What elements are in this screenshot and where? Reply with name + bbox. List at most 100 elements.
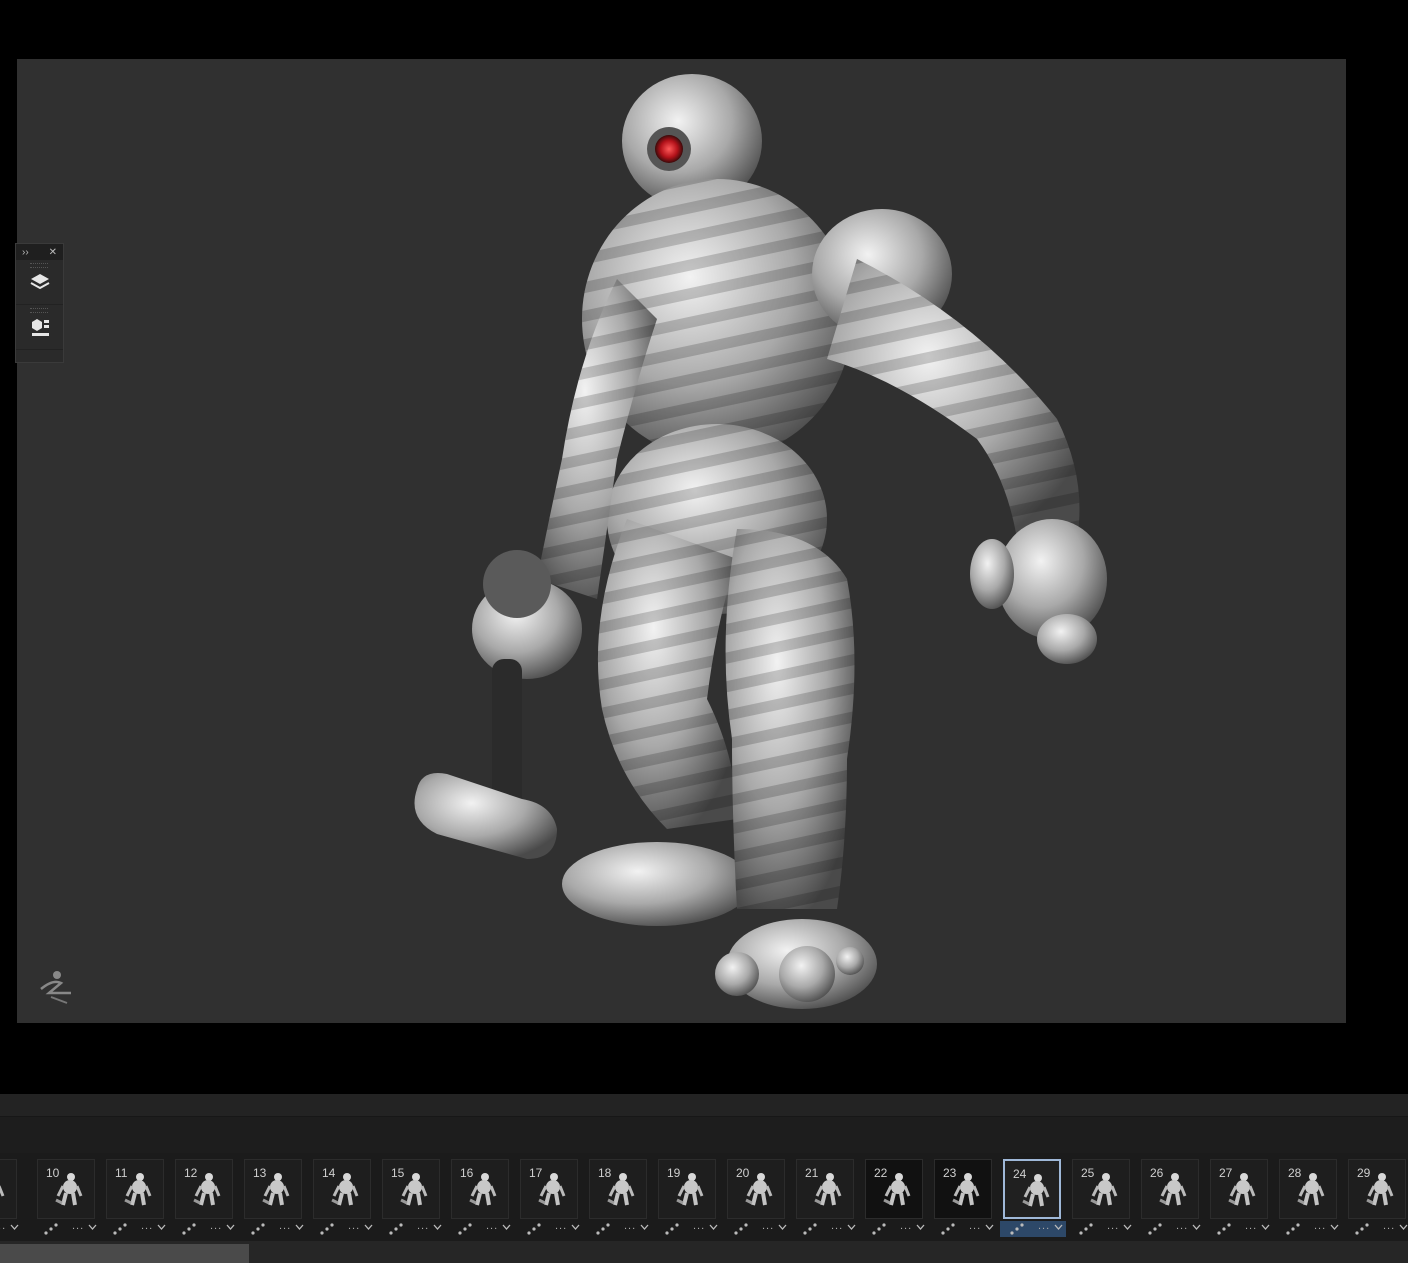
- layers-button[interactable]: [16, 260, 63, 305]
- frame-thumbnail[interactable]: 22: [865, 1159, 923, 1219]
- frame-duration[interactable]: ...: [72, 1220, 84, 1232]
- chevron-down-icon[interactable]: [88, 1223, 97, 1231]
- chevron-down-icon[interactable]: [1261, 1223, 1270, 1231]
- timeline-frame[interactable]: 12...: [172, 1157, 238, 1239]
- timeline-scrollbar[interactable]: [0, 1241, 1408, 1263]
- frame-duration[interactable]: ...: [141, 1220, 153, 1232]
- tween-icon[interactable]: [872, 1223, 886, 1235]
- timeline-frame[interactable]: 16...: [448, 1157, 514, 1239]
- tween-icon[interactable]: [44, 1223, 58, 1235]
- frame-thumbnail[interactable]: 23: [934, 1159, 992, 1219]
- frame-thumbnail[interactable]: 20: [727, 1159, 785, 1219]
- tween-icon[interactable]: [1286, 1223, 1300, 1235]
- frame-thumbnail[interactable]: 12: [175, 1159, 233, 1219]
- frame-thumbnail[interactable]: 25: [1072, 1159, 1130, 1219]
- timeline-frame[interactable]: 29...: [1345, 1157, 1408, 1239]
- tween-icon[interactable]: [527, 1223, 541, 1235]
- tween-icon[interactable]: [941, 1223, 955, 1235]
- frame-thumbnail[interactable]: 26: [1141, 1159, 1199, 1219]
- timeline-frame[interactable]: 14...: [310, 1157, 376, 1239]
- frame-duration[interactable]: ...: [1038, 1220, 1050, 1232]
- frame-thumbnail[interactable]: 29: [1348, 1159, 1406, 1219]
- frame-duration[interactable]: ...: [1107, 1220, 1119, 1232]
- timeline-frame[interactable]: 27...: [1207, 1157, 1273, 1239]
- timeline-frame[interactable]: 21...: [793, 1157, 859, 1239]
- frame-duration[interactable]: ...: [1383, 1220, 1395, 1232]
- mesh-panel-button[interactable]: [16, 305, 63, 350]
- timeline-frame[interactable]: 15...: [379, 1157, 445, 1239]
- chevron-down-icon[interactable]: [1330, 1223, 1339, 1231]
- frame-duration[interactable]: ...: [624, 1220, 636, 1232]
- frame-duration[interactable]: ...: [831, 1220, 843, 1232]
- tween-icon[interactable]: [1355, 1223, 1369, 1235]
- frame-thumbnail[interactable]: 21: [796, 1159, 854, 1219]
- frame-duration[interactable]: ...: [417, 1220, 429, 1232]
- timeline-frame[interactable]: 11...: [103, 1157, 169, 1239]
- chevron-down-icon[interactable]: [433, 1223, 442, 1231]
- tween-icon[interactable]: [389, 1223, 403, 1235]
- timeline-frame[interactable]: 18...: [586, 1157, 652, 1239]
- tween-icon[interactable]: [113, 1223, 127, 1235]
- chevron-down-icon[interactable]: [985, 1223, 994, 1231]
- timeline-frame[interactable]: 17...: [517, 1157, 583, 1239]
- chevron-down-icon[interactable]: [157, 1223, 166, 1231]
- chevron-down-icon[interactable]: [778, 1223, 787, 1231]
- frame-duration[interactable]: ...: [693, 1220, 705, 1232]
- frame-thumbnail[interactable]: 15: [382, 1159, 440, 1219]
- tween-icon[interactable]: [251, 1223, 265, 1235]
- frame-duration[interactable]: ...: [1314, 1220, 1326, 1232]
- chevron-down-icon[interactable]: [1399, 1223, 1408, 1231]
- tween-icon[interactable]: [458, 1223, 472, 1235]
- timeline-frame[interactable]: 13...: [241, 1157, 307, 1239]
- timeline-frame[interactable]: 10...: [34, 1157, 100, 1239]
- expand-icon[interactable]: ››: [22, 247, 29, 258]
- frame-duration[interactable]: ...: [210, 1220, 222, 1232]
- tween-icon[interactable]: [182, 1223, 196, 1235]
- timeline-frame[interactable]: 24...: [1000, 1157, 1066, 1239]
- chevron-down-icon[interactable]: [916, 1223, 925, 1231]
- frame-thumbnail[interactable]: 16: [451, 1159, 509, 1219]
- timeline-frame[interactable]: 28...: [1276, 1157, 1342, 1239]
- chevron-down-icon[interactable]: [364, 1223, 373, 1231]
- tween-icon[interactable]: [596, 1223, 610, 1235]
- frame-thumbnail[interactable]: 19: [658, 1159, 716, 1219]
- timeline-frame[interactable]: 23...: [931, 1157, 997, 1239]
- timeline-frame[interactable]: 20...: [724, 1157, 790, 1239]
- chevron-down-icon[interactable]: [1123, 1223, 1132, 1231]
- frame-thumbnail[interactable]: 10: [37, 1159, 95, 1219]
- frame-thumbnail[interactable]: 14: [313, 1159, 371, 1219]
- frame-duration[interactable]: ...: [486, 1220, 498, 1232]
- sculpt-viewport[interactable]: [17, 59, 1346, 1023]
- frame-thumbnail[interactable]: 24: [1003, 1159, 1061, 1219]
- frame-duration[interactable]: ...: [762, 1220, 774, 1232]
- frame-duration[interactable]: ...: [1245, 1220, 1257, 1232]
- frame-thumbnail[interactable]: 17: [520, 1159, 578, 1219]
- tween-icon[interactable]: [1010, 1223, 1024, 1235]
- frame-thumbnail[interactable]: 28: [1279, 1159, 1337, 1219]
- frame-duration[interactable]: ...: [1176, 1220, 1188, 1232]
- frame-thumbnail[interactable]: 27: [1210, 1159, 1268, 1219]
- frame-duration[interactable]: ...: [348, 1220, 360, 1232]
- frame-thumbnail[interactable]: 13: [244, 1159, 302, 1219]
- chevron-down-icon[interactable]: [226, 1223, 235, 1231]
- frame-duration[interactable]: ...: [555, 1220, 567, 1232]
- frame-thumbnail[interactable]: 18: [589, 1159, 647, 1219]
- timeline-frame[interactable]: 22...: [862, 1157, 928, 1239]
- timeline-frame[interactable]: 19...: [655, 1157, 721, 1239]
- timeline-frame[interactable]: 9...: [0, 1157, 22, 1239]
- chevron-down-icon[interactable]: [10, 1223, 19, 1231]
- chevron-down-icon[interactable]: [709, 1223, 718, 1231]
- timeline-frame[interactable]: 26...: [1138, 1157, 1204, 1239]
- frame-duration[interactable]: ...: [0, 1220, 6, 1232]
- chevron-down-icon[interactable]: [571, 1223, 580, 1231]
- chevron-down-icon[interactable]: [502, 1223, 511, 1231]
- tween-icon[interactable]: [1148, 1223, 1162, 1235]
- close-icon[interactable]: ✕: [49, 247, 57, 258]
- chevron-down-icon[interactable]: [1192, 1223, 1201, 1231]
- scrollbar-thumb[interactable]: [0, 1244, 249, 1263]
- tween-icon[interactable]: [734, 1223, 748, 1235]
- chevron-down-icon[interactable]: [640, 1223, 649, 1231]
- chevron-down-icon[interactable]: [847, 1223, 856, 1231]
- tween-icon[interactable]: [1217, 1223, 1231, 1235]
- frame-thumbnail[interactable]: 11: [106, 1159, 164, 1219]
